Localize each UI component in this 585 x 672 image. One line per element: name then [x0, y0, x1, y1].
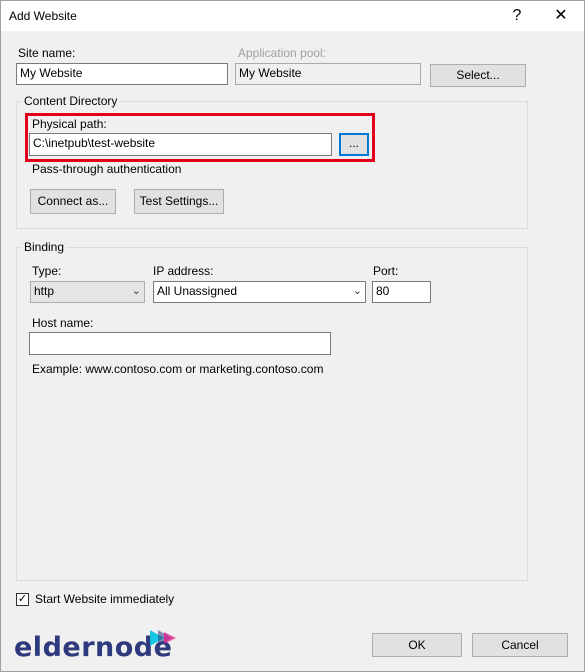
host-example-text: Example: www.contoso.com or marketing.co…: [32, 362, 324, 376]
type-select[interactable]: http ⌄: [30, 281, 145, 303]
site-name-label: Site name:: [18, 46, 76, 60]
port-input[interactable]: 80: [372, 281, 431, 303]
host-name-label: Host name:: [32, 316, 94, 330]
host-name-input[interactable]: [29, 332, 331, 355]
connect-as-button[interactable]: Connect as...: [30, 189, 116, 214]
ip-address-value: All Unassigned: [157, 284, 238, 298]
physical-path-label: Physical path:: [32, 117, 107, 131]
site-name-input[interactable]: My Website: [16, 63, 228, 85]
close-button[interactable]: ✕: [539, 2, 583, 30]
app-pool-field: My Website: [235, 63, 421, 85]
ip-address-select[interactable]: All Unassigned ⌄: [153, 281, 366, 303]
type-label: Type:: [32, 264, 62, 278]
chevron-down-icon: ⌄: [131, 285, 141, 297]
select-pool-button[interactable]: Select...: [430, 64, 526, 87]
svg-text:eldernode: eldernode: [14, 632, 172, 663]
pass-through-auth-label: Pass-through authentication: [32, 162, 182, 176]
content-directory-title: Content Directory: [22, 94, 120, 108]
chevron-down-icon: ⌄: [352, 285, 362, 297]
eldernode-logo-image: eldernode: [14, 630, 176, 663]
window-title: Add Website: [9, 9, 77, 23]
cancel-button[interactable]: Cancel: [472, 633, 568, 657]
port-label: Port:: [373, 264, 399, 278]
binding-title: Binding: [22, 240, 67, 254]
eldernode-logo: eldernode: [14, 628, 184, 663]
help-button[interactable]: ?: [495, 2, 539, 30]
ip-address-label: IP address:: [153, 264, 214, 278]
title-bar: Add Website ? ✕: [1, 1, 584, 31]
physical-path-input[interactable]: C:\inetpub\test-website: [29, 133, 332, 156]
app-pool-label: Application pool:: [238, 46, 327, 60]
test-settings-button[interactable]: Test Settings...: [134, 189, 224, 214]
browse-button[interactable]: ...: [339, 133, 369, 156]
type-select-value: http: [34, 284, 55, 298]
ok-button[interactable]: OK: [372, 633, 462, 657]
start-immediately-checkbox[interactable]: ✓: [16, 593, 29, 606]
start-immediately-label: Start Website immediately: [35, 592, 175, 606]
